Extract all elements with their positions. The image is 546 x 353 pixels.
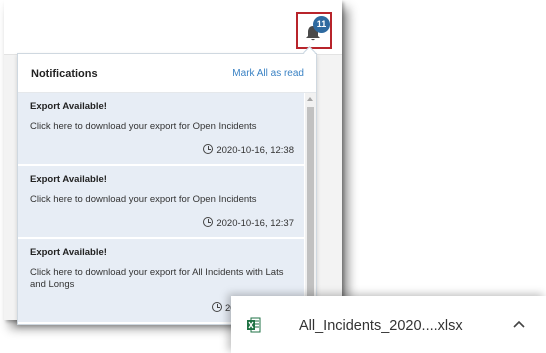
notification-body: Click here to download your export for O… [30,121,257,132]
notification-title: Export Available! [30,101,107,112]
notification-timestamp: 2020-10-16, 12:38 [30,133,294,164]
clock-icon [212,302,222,312]
scroll-up-arrow-icon[interactable] [307,97,313,101]
scrollbar[interactable] [305,93,316,324]
notification-time-text: 2020-10-16, 12:38 [216,145,294,156]
clock-icon [203,217,214,227]
notification-time-text: 2020-10-16, 12:37 [216,218,294,229]
notification-item[interactable]: Export Available! Click here to download… [18,93,304,166]
notification-timestamp: 2020-10-16, 12:37 [30,206,294,237]
chevron-up-icon[interactable] [513,320,525,328]
panel-header: Notifications Mark All as read [18,54,316,93]
notification-title: Export Available! [30,174,107,185]
download-shelf: All_Incidents_2020....xlsx [231,296,546,353]
top-bar: 11 [4,0,342,55]
notification-count-badge: 11 [313,16,330,33]
notifications-button[interactable]: 11 [296,12,332,49]
mark-all-read-link[interactable]: Mark All as read [232,68,304,79]
notification-body: Click here to download your export for O… [30,194,257,205]
notification-body: Click here to download your export for A… [30,267,284,290]
notification-item[interactable]: Export Available! Click here to download… [18,166,304,239]
notification-title: Export Available! [30,247,107,258]
notifications-panel: Notifications Mark All as read Export Av… [17,53,317,325]
clock-icon [203,144,214,154]
download-filename[interactable]: All_Incidents_2020....xlsx [299,318,463,334]
panel-title: Notifications [31,68,98,80]
scrollbar-thumb[interactable] [307,107,314,307]
notification-list[interactable]: Export Available! Click here to download… [18,93,304,324]
excel-file-icon [247,317,261,333]
